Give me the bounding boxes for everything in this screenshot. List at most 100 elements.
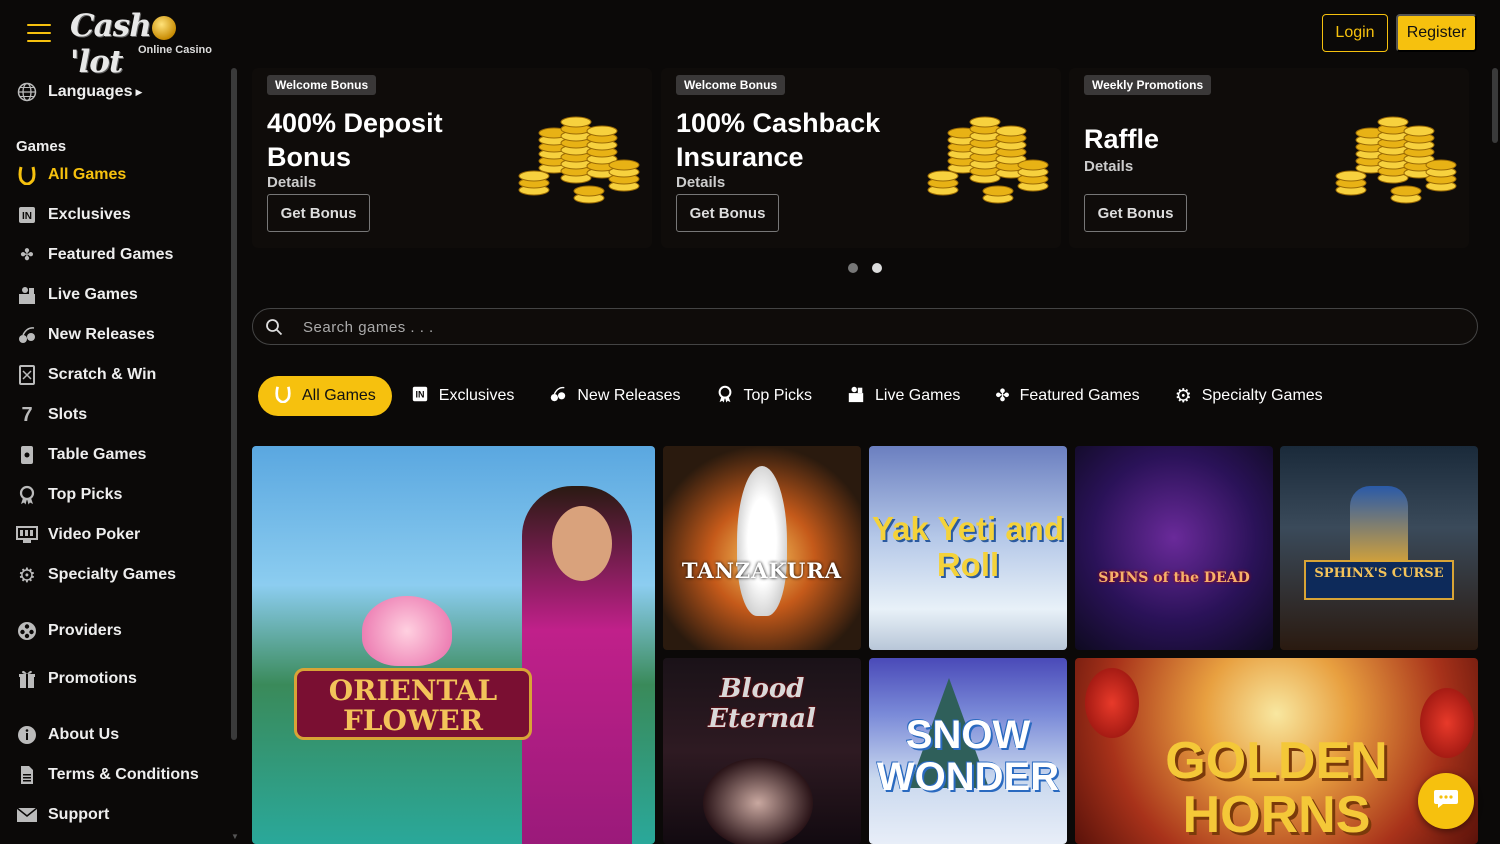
- tab-new-releases[interactable]: New Releases: [533, 376, 696, 416]
- sidebar-item-all-games[interactable]: All Games: [16, 163, 126, 187]
- game-title: SPINS of the DEAD: [1098, 570, 1250, 586]
- sidebar-item-specialty-games[interactable]: ⚙ Specialty Games: [16, 563, 176, 587]
- get-bonus-button[interactable]: Get Bonus: [267, 194, 370, 232]
- gold-coins-image: [1331, 98, 1471, 208]
- tab-label: All Games: [302, 387, 376, 404]
- promo-title: Raffle: [1084, 124, 1160, 154]
- document-icon: [16, 764, 38, 786]
- cherries-icon: [16, 324, 38, 346]
- gear-icon: ⚙: [18, 564, 36, 587]
- sidebar-item-providers[interactable]: Providers: [16, 619, 122, 643]
- sidebar-item-support[interactable]: Support: [16, 803, 109, 827]
- sidebar-item-label: Slots: [48, 406, 88, 423]
- sidebar-item-label: Live Games: [48, 286, 138, 303]
- tab-live-games[interactable]: Live Games: [831, 376, 976, 416]
- tab-label: Top Picks: [743, 387, 812, 404]
- hamburger-menu-icon[interactable]: [27, 24, 51, 42]
- sidebar-item-label: Scratch & Win: [48, 366, 157, 383]
- tab-all-games[interactable]: All Games: [258, 376, 392, 416]
- cherries-icon: [549, 385, 567, 408]
- sidebar-item-promotions[interactable]: Promotions: [16, 667, 137, 691]
- sidebar-item-languages[interactable]: Languages ▶: [16, 80, 142, 104]
- caret-right-icon: ▶: [135, 86, 143, 97]
- sidebar-item-scratch-win[interactable]: Scratch & Win: [16, 363, 156, 387]
- sidebar-item-featured-games[interactable]: ✤ Featured Games: [16, 243, 173, 267]
- tab-top-picks[interactable]: Top Picks: [700, 376, 828, 416]
- game-tile-snow-wonder[interactable]: SNOW WONDER: [869, 658, 1067, 844]
- register-button[interactable]: Register: [1396, 14, 1477, 52]
- get-bonus-button[interactable]: Get Bonus: [676, 194, 779, 232]
- game-tile-blood-eternal[interactable]: Blood Eternal: [663, 658, 861, 844]
- game-title: TANZAKURA: [681, 558, 843, 583]
- promo-details-link[interactable]: Details: [676, 174, 725, 191]
- sidebar-item-label: Terms & Conditions: [48, 766, 199, 783]
- pharaoh-image: [1350, 486, 1408, 566]
- game-title: Blood Eternal: [708, 674, 816, 734]
- sidebar-item-label: Support: [48, 806, 110, 823]
- sidebar-item-terms[interactable]: Terms & Conditions: [16, 763, 199, 787]
- live-dealer-icon: [847, 385, 865, 408]
- sidebar-item-label: All Games: [48, 166, 127, 183]
- sidebar-item-about-us[interactable]: About Us: [16, 723, 119, 747]
- promo-title: 100% Cashback Insurance: [676, 108, 881, 172]
- game-tile-oriental-flower[interactable]: ORIENTAL FLOWER: [252, 446, 655, 844]
- card-icon: [16, 444, 38, 466]
- promo-card: Welcome Bonus 400% Deposit Bonus Details…: [252, 68, 652, 248]
- sidebar-scrollbar[interactable]: [231, 68, 237, 740]
- casino-logo[interactable]: Cash'lot Online Casino: [68, 6, 228, 80]
- sidebar-item-exclusives[interactable]: IN Exclusives: [16, 203, 131, 227]
- page-scrollbar[interactable]: [1492, 68, 1498, 143]
- search-input[interactable]: [303, 315, 1403, 339]
- live-dealer-icon: [16, 284, 38, 306]
- promo-badge: Welcome Bonus: [267, 75, 377, 95]
- seven-icon: 7: [21, 403, 33, 426]
- game-tile-sphinxs-curse[interactable]: SPHINX'S CURSE: [1280, 446, 1478, 650]
- sidebar-item-video-poker[interactable]: Video Poker: [16, 523, 140, 547]
- promo-details-link[interactable]: Details: [267, 174, 316, 191]
- game-tile-tanzakura[interactable]: TANZAKURA: [663, 446, 861, 650]
- lantern-image: [1085, 668, 1139, 738]
- search-bar: [252, 308, 1478, 345]
- category-tabs: All Games IN Exclusives New Releases Top…: [258, 376, 1342, 416]
- sidebar-item-label: Exclusives: [48, 206, 131, 223]
- sidebar: Languages ▶ Games All Games IN Exclusive…: [0, 66, 232, 844]
- promo-badge: Welcome Bonus: [676, 75, 786, 95]
- search-icon: [265, 318, 283, 341]
- promo-card: Welcome Bonus 100% Cashback Insurance De…: [661, 68, 1061, 248]
- horseshoe-icon: [16, 164, 38, 186]
- sidebar-item-top-picks[interactable]: Top Picks: [16, 483, 122, 507]
- sidebar-item-label: Table Games: [48, 446, 147, 463]
- lotus-image: [362, 596, 452, 666]
- sidebar-item-table-games[interactable]: Table Games: [16, 443, 146, 467]
- svg-text:IN: IN: [415, 389, 424, 399]
- sidebar-item-slots[interactable]: 7 Slots: [16, 403, 87, 427]
- scroll-down-arrow-icon[interactable]: ▼: [231, 832, 239, 841]
- game-tile-spins-of-the-dead[interactable]: SPINS of the DEAD: [1075, 446, 1273, 650]
- live-chat-button[interactable]: [1418, 773, 1474, 829]
- tab-specialty-games[interactable]: ⚙ Specialty Games: [1159, 376, 1339, 416]
- sidebar-item-live-games[interactable]: Live Games: [16, 283, 138, 307]
- gift-icon: [16, 668, 38, 690]
- tab-label: Featured Games: [1019, 387, 1140, 404]
- promo-details-link[interactable]: Details: [1084, 158, 1133, 175]
- award-icon: [16, 484, 38, 506]
- game-tile-golden-horns[interactable]: GOLDEN HORNS: [1075, 658, 1478, 844]
- horseshoe-icon: [274, 385, 292, 408]
- login-button[interactable]: Login: [1322, 14, 1388, 52]
- game-title: GOLDEN HORNS: [1165, 732, 1388, 844]
- game-tile-yak-yeti-roll[interactable]: Yak Yeti and Roll: [869, 446, 1067, 650]
- sidebar-item-new-releases[interactable]: New Releases: [16, 323, 155, 347]
- promo-title: 400% Deposit Bonus: [267, 108, 443, 172]
- sidebar-item-label: Video Poker: [48, 526, 141, 543]
- carousel-dot[interactable]: [848, 263, 858, 273]
- scratch-card-icon: [16, 364, 38, 386]
- exclusive-badge-icon: IN: [411, 385, 429, 408]
- game-title: SPHINX'S CURSE: [1314, 566, 1444, 581]
- tab-featured-games[interactable]: ✤ Featured Games: [979, 376, 1155, 416]
- monitor-icon: [16, 524, 38, 546]
- sidebar-item-label: About Us: [48, 726, 120, 743]
- carousel-dot-active[interactable]: [872, 263, 882, 273]
- get-bonus-button[interactable]: Get Bonus: [1084, 194, 1187, 232]
- providers-icon: [16, 620, 38, 642]
- tab-exclusives[interactable]: IN Exclusives: [395, 376, 531, 416]
